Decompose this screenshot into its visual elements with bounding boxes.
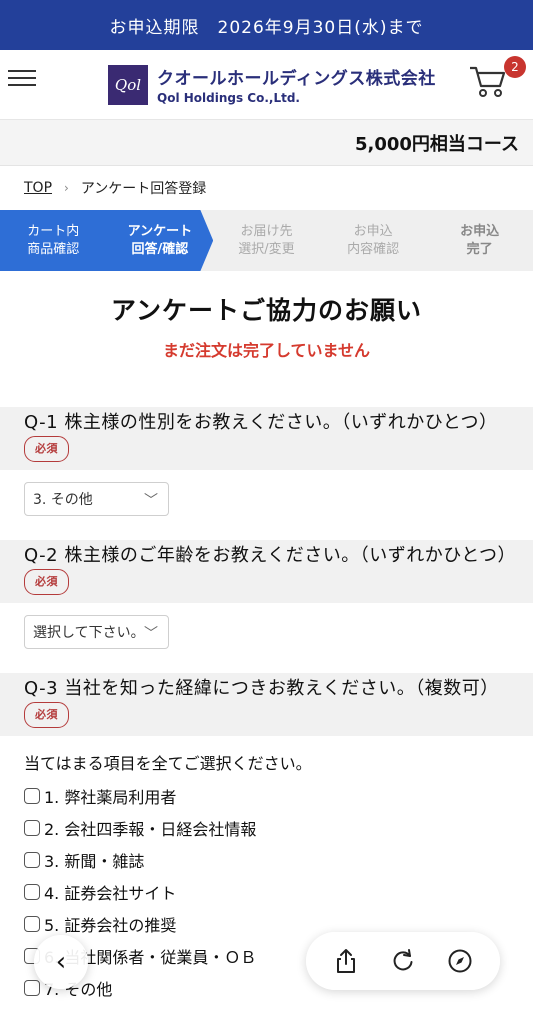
question-2: Q-2 株主様のご年齢をお教えください。（いずれかひとつ） 必須 bbox=[0, 540, 533, 603]
compass-icon bbox=[448, 949, 472, 973]
site-header: Qol クオールホールディングス株式会社 Qol Holdings Co.,Lt… bbox=[0, 50, 533, 120]
chevron-down-icon: ﹀ bbox=[144, 493, 158, 509]
browser-toolbar bbox=[306, 932, 500, 990]
checkbox[interactable] bbox=[24, 852, 40, 868]
checkbox[interactable] bbox=[24, 980, 40, 996]
order-incomplete-notice: まだ注文は完了していません bbox=[162, 341, 371, 360]
browser-back-button[interactable]: ‹ bbox=[34, 935, 88, 989]
breadcrumb-top-link[interactable]: TOP bbox=[24, 180, 52, 196]
share-button[interactable] bbox=[328, 943, 364, 979]
q1-selected-value: 3. その他 bbox=[33, 492, 93, 508]
reload-button[interactable] bbox=[385, 943, 421, 979]
required-badge: 必須 bbox=[24, 436, 69, 462]
progress-steps: カート内 商品確認 アンケート 回答/確認 お届け先 選択/変更 お申込 内容確認 お申… bbox=[0, 210, 533, 271]
company-name-jp: クオールホールディングス株式会社 bbox=[157, 69, 436, 89]
q2-age-select[interactable]: 選択して下さい。 ﹀ bbox=[24, 615, 169, 649]
course-bar: 5,000円相当コース bbox=[0, 120, 533, 166]
question-2-text: Q-2 株主様のご年齢をお教えください。（いずれかひとつ） bbox=[24, 545, 517, 566]
q3-option-4[interactable]: 4. 証券会社サイト bbox=[0, 876, 533, 908]
step-survey: アンケート 回答/確認 bbox=[106, 210, 214, 271]
q1-gender-select[interactable]: 3. その他 ﹀ bbox=[24, 482, 169, 516]
checkbox[interactable] bbox=[24, 788, 40, 804]
question-1-text: Q-1 株主様の性別をお教えください。（いずれかひとつ） bbox=[24, 412, 498, 433]
company-name-en: Qol Holdings Co.,Ltd. bbox=[157, 91, 300, 105]
step-order-review: お申込 内容確認 bbox=[347, 223, 400, 257]
q3-option-1[interactable]: 1. 弊社薬局利用者 bbox=[0, 780, 533, 812]
breadcrumb: TOP › アンケート回答登録 bbox=[0, 166, 533, 210]
share-icon bbox=[337, 949, 356, 973]
hamburger-menu-icon[interactable] bbox=[8, 70, 36, 98]
breadcrumb-separator: › bbox=[64, 181, 69, 195]
step-delivery: お届け先 選択/変更 bbox=[238, 223, 295, 257]
checkbox[interactable] bbox=[24, 884, 40, 900]
step-cart-confirm: カート内 商品確認 bbox=[0, 210, 107, 271]
step-complete: お申込 完了 bbox=[460, 223, 500, 257]
logo-mark: Qol bbox=[108, 64, 148, 105]
cart-count-badge: 2 bbox=[504, 56, 526, 78]
chevron-left-icon: ‹ bbox=[55, 947, 67, 977]
question-3: Q-3 当社を知った経緯につきお教えください。（複数可） 必須 bbox=[0, 673, 533, 736]
checkbox[interactable] bbox=[24, 820, 40, 836]
cart-icon bbox=[470, 66, 506, 97]
q3-option-2[interactable]: 2. 会社四季報・日経会社情報 bbox=[0, 812, 533, 844]
breadcrumb-current: アンケート回答登録 bbox=[80, 181, 207, 197]
question-3-text: Q-3 当社を知った経緯につきお教えください。（複数可） bbox=[24, 678, 499, 699]
course-label: 5,000円相当コース bbox=[354, 133, 519, 155]
q3-option-3[interactable]: 3. 新聞・雑誌 bbox=[0, 844, 533, 876]
q2-selected-value: 選択して下さい。 bbox=[33, 625, 145, 641]
required-badge: 必須 bbox=[24, 569, 69, 595]
company-logo[interactable]: Qol クオールホールディングス株式会社 Qol Holdings Co.,Lt… bbox=[108, 64, 436, 105]
reload-icon bbox=[393, 949, 413, 971]
page-title: アンケートご協力のお願い bbox=[110, 296, 422, 325]
question-1: Q-1 株主様の性別をお教えください。（いずれかひとつ） 必須 bbox=[0, 407, 533, 470]
chevron-down-icon: ﹀ bbox=[144, 626, 158, 642]
deadline-text: お申込期限 2026年9月30日(水)まで bbox=[109, 17, 424, 38]
cart-button[interactable]: 2 bbox=[468, 56, 526, 100]
required-badge: 必須 bbox=[24, 702, 69, 728]
q3-instruction: 当てはまる項目を全てご選択ください。 bbox=[24, 754, 312, 773]
deadline-banner: お申込期限 2026年9月30日(水)まで bbox=[0, 0, 533, 50]
compass-button[interactable] bbox=[442, 943, 478, 979]
checkbox[interactable] bbox=[24, 916, 40, 932]
